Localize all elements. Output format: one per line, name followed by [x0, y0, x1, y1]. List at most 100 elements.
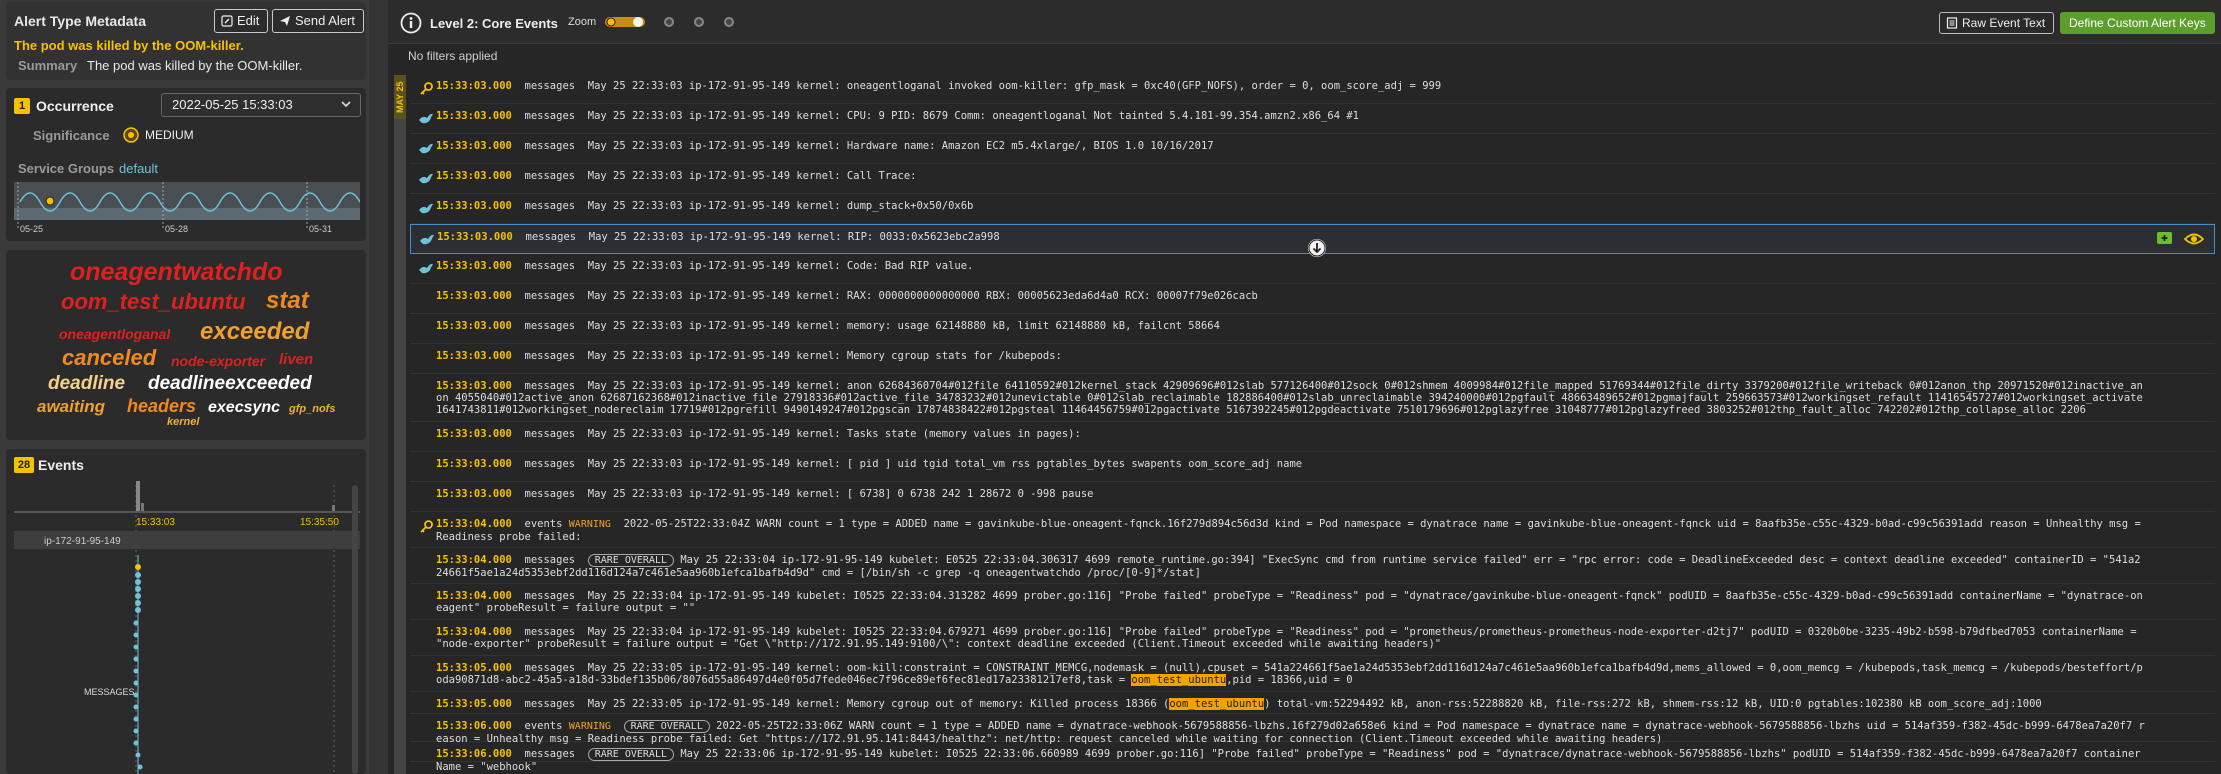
log-row[interactable]: 15:33:03.000 messages May 25 22:33:03 ip…	[410, 134, 2215, 164]
log-row[interactable]: 15:33:03.000 messages May 25 22:33:03 ip…	[410, 164, 2215, 194]
service-groups-link[interactable]: default	[119, 161, 158, 176]
log-source: messages	[524, 140, 576, 152]
log-row[interactable]: 15:33:03.000 messages May 25 22:33:03 ip…	[410, 74, 2215, 104]
log-message: May 25 22:33:05 ip-172-91-95-149 kernel:…	[587, 698, 1170, 710]
log-text: 15:33:03.000 messages May 25 22:33:03 ip…	[436, 80, 2145, 92]
log-text: 15:33:04.000 messages May 25 22:33:04 ip…	[436, 626, 2145, 650]
log-row[interactable]: 15:33:04.000 messages May 25 22:33:04 ip…	[410, 620, 2215, 656]
service-groups-label: Service Groups	[18, 161, 115, 176]
cloud-word[interactable]: kernel	[167, 416, 199, 428]
event-log: MAY 25 15:33:03.000 messages May 25 22:3…	[388, 66, 2221, 774]
alert-metadata-title: Alert Type Metadata	[14, 13, 146, 29]
cloud-word[interactable]: oneagentloganal	[59, 326, 170, 342]
significance-label: Significance	[33, 128, 110, 143]
log-message: May 25 22:33:03 ip-172-91-95-149 kernel:…	[587, 428, 1081, 440]
log-timestamp: 15:33:03.000	[436, 428, 512, 440]
log-row[interactable]: 15:33:06.000 events WARNING RARE OVERALL…	[410, 714, 2215, 745]
edit-button[interactable]: Edit	[214, 9, 269, 33]
occurrence-select[interactable]: 2022-05-25 15:33:03	[161, 93, 361, 117]
log-text: 15:33:05.000 messages May 25 22:33:05 ip…	[436, 698, 2145, 710]
occurrence-card: 1 Occurrence 2022-05-25 15:33:03 Signifi…	[6, 88, 366, 241]
raw-event-text-label: Raw Event Text	[1962, 16, 2046, 30]
cloud-word[interactable]: gfp_nofs	[289, 403, 335, 415]
scroll-down-button[interactable]	[1308, 239, 1326, 257]
log-text: 15:33:03.000 messages May 25 22:33:03 ip…	[436, 290, 2145, 302]
add-note-icon[interactable]	[2156, 230, 2174, 248]
log-message: May 25 22:33:03 ip-172-91-95-149 kernel:…	[588, 231, 1000, 243]
key-icon	[420, 520, 433, 533]
timeline-tick-2: 05-28	[165, 224, 188, 234]
log-row[interactable]: 15:33:03.000 messages May 25 22:33:03 ip…	[410, 482, 2215, 512]
info-icon[interactable]	[400, 12, 422, 34]
log-row[interactable]: 15:33:03.000 messages May 25 22:33:03 ip…	[410, 314, 2215, 344]
cloud-word[interactable]: exceeded	[200, 318, 309, 346]
log-row[interactable]: 15:33:03.000 messages May 25 22:33:03 ip…	[410, 284, 2215, 314]
define-custom-alert-keys-button[interactable]: Define Custom Alert Keys	[2060, 12, 2215, 34]
log-row[interactable]: 15:33:03.000 messages May 25 22:33:03 ip…	[410, 344, 2215, 374]
zoom-slider[interactable]	[604, 13, 646, 31]
warning-label: WARNING	[568, 519, 611, 530]
zoom-level-dot[interactable]	[664, 17, 674, 27]
cloud-word[interactable]: deadlineexceeded	[148, 373, 312, 395]
bird-icon	[419, 143, 433, 154]
send-alert-label: Send Alert	[295, 13, 355, 28]
log-row[interactable]: 15:33:03.000 messages May 25 22:33:03 ip…	[410, 452, 2215, 482]
cloud-word[interactable]: node-exporter	[171, 353, 265, 369]
log-text: 15:33:03.000 messages May 25 22:33:03 ip…	[436, 260, 2145, 272]
cloud-word[interactable]: deadline	[48, 373, 125, 395]
log-source: messages	[524, 350, 576, 362]
log-timestamp: 15:33:04.000	[436, 590, 512, 602]
log-row[interactable]: 15:33:05.000 messages May 25 22:33:05 ip…	[410, 692, 2215, 714]
log-row[interactable]: 15:33:03.000 messages May 25 22:33:03 ip…	[410, 254, 2215, 284]
log-timestamp: 15:33:06.000	[436, 748, 512, 760]
log-row[interactable]: 15:33:04.000 events WARNING 2022-05-25T2…	[410, 512, 2215, 548]
events-scrollbar	[352, 485, 358, 774]
log-message: May 25 22:33:03 ip-172-91-95-149 kernel:…	[587, 488, 1094, 500]
log-source: messages	[524, 380, 576, 392]
cloud-word[interactable]: liven	[279, 351, 313, 368]
log-timestamp: 15:33:03.000	[436, 380, 512, 392]
zoom-level-dot[interactable]	[694, 17, 704, 27]
log-row[interactable]: 15:33:04.000 messages RARE OVERALL May 2…	[410, 548, 2215, 584]
alert-headline: The pod was killed by the OOM-killer.	[14, 38, 244, 53]
log-row[interactable]: 15:33:06.000 messages RARE OVERALL May 2…	[410, 742, 2215, 773]
cloud-word[interactable]: execsync	[208, 399, 280, 417]
log-row[interactable]: 15:33:05.000 messages May 25 22:33:05 ip…	[410, 656, 2215, 692]
log-row[interactable]: 15:33:04.000 messages May 25 22:33:04 ip…	[410, 584, 2215, 620]
log-timestamp: 15:33:03.000	[437, 231, 513, 243]
log-source: messages	[524, 170, 576, 182]
cloud-word[interactable]: awaiting	[37, 397, 105, 417]
cloud-word[interactable]: oom_test_ubuntu	[61, 289, 246, 315]
cloud-word[interactable]: stat	[266, 287, 309, 315]
log-text: 15:33:05.000 messages May 25 22:33:05 ip…	[436, 662, 2145, 686]
log-row[interactable]: 15:33:03.000 messages May 25 22:33:03 ip…	[410, 422, 2215, 452]
log-message-tail: ) total-vm:52294492 kB, anon-rss:5228882…	[1264, 698, 2042, 710]
pencil-icon	[221, 15, 233, 27]
date-tag: MAY 25	[394, 75, 406, 119]
log-row[interactable]: 15:33:03.000 messages May 25 22:33:03 ip…	[410, 374, 2215, 422]
log-message: May 25 22:33:03 ip-172-91-95-149 kernel:…	[436, 380, 2150, 416]
zoom-level-dot[interactable]	[724, 17, 734, 27]
log-timestamp: 15:33:03.000	[436, 200, 512, 212]
log-source: messages	[524, 488, 576, 500]
log-source: messages	[524, 748, 576, 760]
cloud-word[interactable]: headers	[127, 396, 196, 417]
bird-icon	[419, 203, 433, 214]
log-row[interactable]: 15:33:03.000 messages May 25 22:33:03 ip…	[410, 104, 2215, 134]
log-text: 15:33:04.000 events WARNING 2022-05-25T2…	[436, 518, 2145, 543]
raw-event-text-button[interactable]: Raw Event Text	[1939, 12, 2055, 34]
log-row[interactable]: 15:33:03.000 messages May 25 22:33:03 ip…	[410, 194, 2215, 224]
events-timeline-chart[interactable]: 15:33:03 15:35:50 ip-172-91-95-149 MESSA…	[14, 475, 360, 774]
log-timestamp: 15:33:03.000	[436, 350, 512, 362]
log-timestamp: 15:33:04.000	[436, 554, 512, 566]
log-timestamp: 15:33:03.000	[436, 110, 512, 122]
cloud-word[interactable]: canceled	[62, 345, 156, 371]
log-source: messages	[524, 200, 576, 212]
send-alert-button[interactable]: Send Alert	[272, 9, 364, 33]
log-source: events	[524, 720, 563, 732]
cloud-word[interactable]: oneagentwatchdo	[70, 258, 283, 287]
occurrence-timeline[interactable]: 05-25 05-28 05-31	[14, 182, 360, 234]
eye-icon[interactable]	[2183, 230, 2205, 248]
events-title: Events	[38, 457, 84, 473]
bird-icon	[419, 263, 433, 274]
